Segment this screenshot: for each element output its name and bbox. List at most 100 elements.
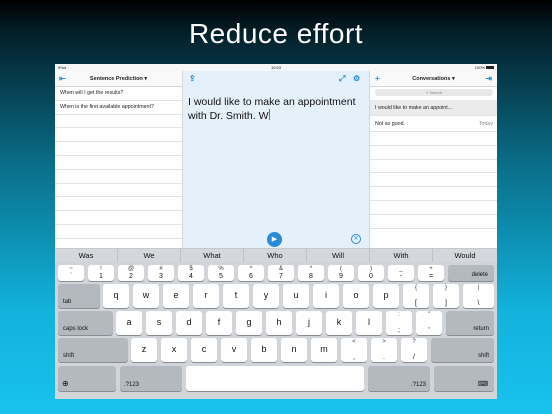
caps-lock-key[interactable]: caps lock: [58, 311, 113, 335]
key-0[interactable]: ) 0: [358, 265, 384, 281]
key-u[interactable]: u: [283, 284, 309, 308]
key-right-bracket[interactable]: }]: [433, 284, 459, 308]
delete-key[interactable]: delete: [448, 265, 494, 281]
key-k[interactable]: k: [326, 311, 352, 335]
key-s[interactable]: s: [146, 311, 172, 335]
key-1[interactable]: ! 1: [88, 265, 114, 281]
key-shift-char: _: [399, 266, 403, 272]
return-key[interactable]: return: [446, 311, 494, 335]
left-shift-key[interactable]: shift: [58, 338, 128, 362]
numbers-key-right[interactable]: .?123: [368, 366, 430, 391]
key-char: ': [428, 327, 430, 334]
list-item[interactable]: When will I get the results?: [55, 87, 182, 101]
suggestion-will[interactable]: Will: [307, 249, 370, 263]
empty-row: [370, 173, 497, 188]
numbers-key-left[interactable]: .?123: [120, 366, 182, 391]
key-period[interactable]: >.: [371, 338, 397, 362]
fullscreen-icon[interactable]: ⤢: [339, 74, 345, 84]
key-3[interactable]: #3: [148, 265, 174, 281]
on-screen-keyboard: ~ ` ! 1 @2 #3 $4 % 5 ^ 6 & 7 * 8 (9 ) 0 _ - + = d…: [55, 262, 497, 399]
key-t[interactable]: t: [223, 284, 249, 308]
key-l[interactable]: l: [356, 311, 382, 335]
key-g[interactable]: g: [236, 311, 262, 335]
sentence-prediction-pane: ⇤ Sentence Prediction ▾ When will I get …: [55, 71, 183, 248]
key-d[interactable]: d: [176, 311, 202, 335]
key-r[interactable]: r: [193, 284, 219, 308]
conversations-menu[interactable]: Conversations ▾: [370, 76, 497, 82]
key-q[interactable]: q: [103, 284, 129, 308]
key-x[interactable]: x: [161, 338, 187, 362]
suggestion-with[interactable]: With: [370, 249, 433, 263]
key-char: 9: [339, 273, 343, 280]
key-b[interactable]: b: [251, 338, 277, 362]
clear-text-button[interactable]: ✕: [351, 234, 361, 244]
suggestion-what[interactable]: What: [181, 249, 244, 263]
key-char: 5: [219, 273, 223, 280]
key-left-bracket[interactable]: {[: [403, 284, 429, 308]
key-backtick[interactable]: ~ `: [58, 265, 84, 281]
numbers-label: .?123: [410, 382, 426, 388]
key-j[interactable]: j: [296, 311, 322, 335]
key-f[interactable]: f: [206, 311, 232, 335]
empty-row: [55, 225, 182, 239]
key-quote[interactable]: " ': [416, 311, 442, 335]
suggestion-would[interactable]: Would: [433, 249, 497, 263]
key-backslash[interactable]: | \: [463, 284, 494, 308]
key-equals[interactable]: + =: [418, 265, 444, 281]
key-z[interactable]: z: [131, 338, 157, 362]
key-minus[interactable]: _ -: [388, 265, 414, 281]
key-c[interactable]: c: [191, 338, 217, 362]
collapse-right-icon[interactable]: ⇥: [485, 74, 492, 84]
conversation-search-input[interactable]: ⌕ Search: [375, 89, 493, 96]
key-6[interactable]: ^ 6: [238, 265, 264, 281]
suggestion-was[interactable]: Was: [55, 249, 118, 263]
dismiss-keyboard-key[interactable]: ⌨: [434, 366, 494, 391]
sentence-prediction-menu[interactable]: Sentence Prediction ▾: [55, 76, 182, 82]
key-char: 0: [369, 273, 373, 280]
editor-header: ⇪ ⤢ ⚙: [183, 71, 369, 87]
speak-play-button[interactable]: ▶: [267, 232, 282, 247]
key-2[interactable]: @2: [118, 265, 144, 281]
key-slash[interactable]: ? /: [401, 338, 427, 362]
globe-key[interactable]: ⊕: [58, 366, 116, 391]
key-char: 8: [309, 273, 313, 280]
empty-row: [370, 146, 497, 160]
key-y[interactable]: y: [253, 284, 279, 308]
key-v[interactable]: v: [221, 338, 247, 362]
empty-row: [55, 115, 182, 129]
key-n[interactable]: n: [281, 338, 307, 362]
share-icon[interactable]: ⇪: [189, 74, 196, 84]
key-comma[interactable]: <,: [341, 338, 367, 362]
key-char: /: [413, 354, 415, 361]
key-semicolon[interactable]: :;: [386, 311, 412, 335]
key-p[interactable]: p: [373, 284, 399, 308]
key-i[interactable]: i: [313, 284, 339, 308]
key-char: j: [308, 317, 310, 327]
key-char: o: [353, 290, 359, 300]
key-a[interactable]: a: [116, 311, 142, 335]
list-item[interactable]: When is the first available appointment?: [55, 101, 182, 115]
tab-key[interactable]: tab: [58, 284, 100, 308]
suggestion-who[interactable]: Who: [244, 249, 307, 263]
list-item[interactable]: I would like to make an appoint...: [370, 100, 497, 116]
list-item[interactable]: Not so good. Today: [370, 116, 497, 132]
right-shift-key[interactable]: shift: [431, 338, 494, 362]
key-e[interactable]: e: [163, 284, 189, 308]
search-placeholder: Search: [429, 90, 443, 95]
space-bar[interactable]: [186, 366, 364, 391]
key-9[interactable]: (9: [328, 265, 354, 281]
key-5[interactable]: % 5: [208, 265, 234, 281]
gear-icon[interactable]: ⚙: [353, 74, 360, 84]
message-editor[interactable]: I would like to make an appointment with…: [188, 96, 364, 123]
key-m[interactable]: m: [311, 338, 337, 362]
key-char: e: [173, 290, 179, 300]
globe-icon: ⊕: [62, 379, 69, 388]
key-7[interactable]: & 7: [268, 265, 294, 281]
key-w[interactable]: w: [133, 284, 159, 308]
key-4[interactable]: $4: [178, 265, 204, 281]
key-h[interactable]: h: [266, 311, 292, 335]
key-shift-char: &: [278, 266, 283, 272]
key-o[interactable]: o: [343, 284, 369, 308]
key-8[interactable]: * 8: [298, 265, 324, 281]
suggestion-we[interactable]: We: [118, 249, 181, 263]
